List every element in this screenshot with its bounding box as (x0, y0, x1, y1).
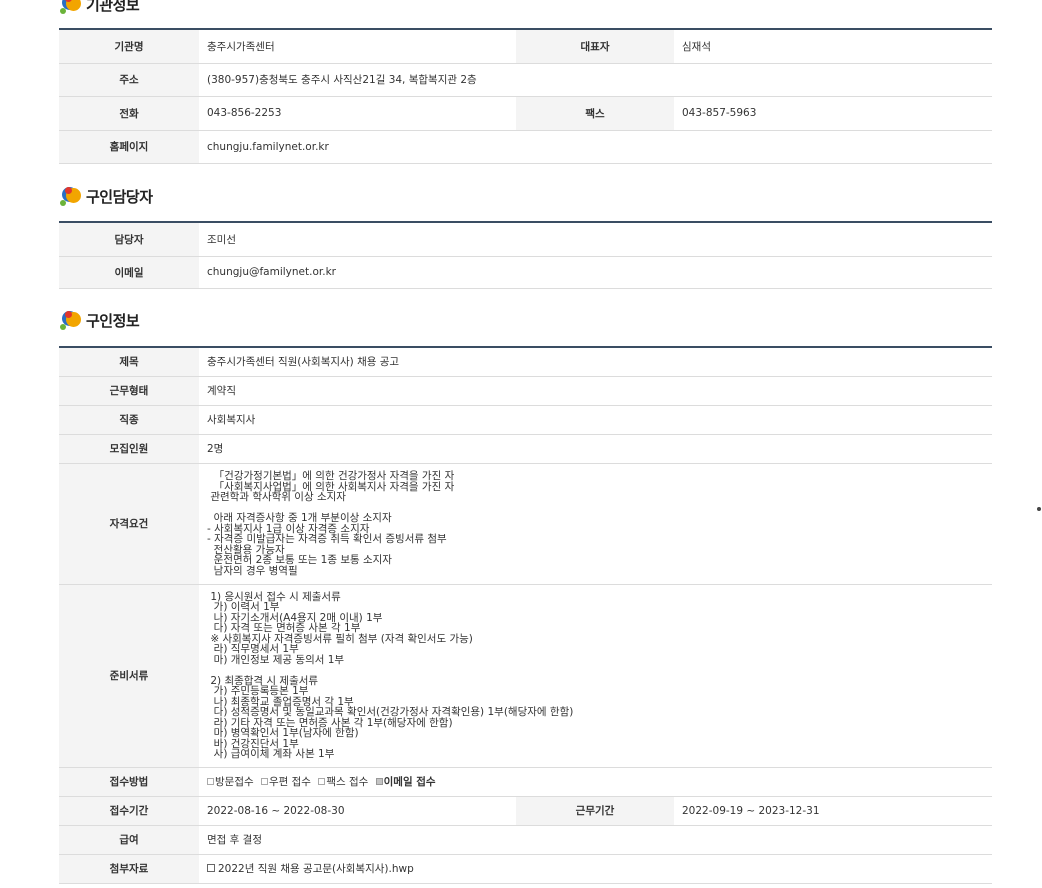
table-row: 홈페이지 chungju.familynet.or.kr (59, 130, 992, 164)
job-work-period: 2022-09-19 ~ 2023-12-31 (674, 796, 992, 826)
method-visit: 방문접수 (207, 774, 254, 789)
attachment-link[interactable]: 2022년 직원 채용 공고문(사회복지사).hwp (218, 863, 414, 875)
row-label: 대표자 (516, 29, 674, 64)
contact-email[interactable]: chungju@familynet.or.kr (199, 256, 992, 289)
table-row: 직종 사회복지사 (59, 405, 992, 435)
bullet-dot (1037, 507, 1041, 511)
org-address: (380-957)충청북도 충주시 사직산21길 34, 복합복지관 2층 (199, 63, 992, 97)
row-label: 접수기간 (59, 796, 199, 826)
org-table: 기관명 충주시가족센터 대표자 심재석 주소 (380-957)충청북도 충주시… (59, 28, 992, 164)
section-title-job: 구인정보 (60, 308, 140, 332)
row-label: 이메일 (59, 256, 199, 289)
job-type: 계약직 (199, 376, 992, 406)
table-row: 접수기간 2022-08-16 ~ 2022-08-30 근무기간 2022-0… (59, 796, 992, 826)
row-label: 팩스 (516, 96, 674, 131)
checkbox-icon (207, 778, 214, 785)
table-row: 접수방법 방문접수 우편 접수 팩스 접수 이메일 접수 (59, 767, 992, 797)
row-label: 근무기간 (516, 796, 674, 826)
checkbox-icon (318, 778, 326, 785)
table-row: 준비서류 1) 응시원서 접수 시 제출서류 가) 이력서 1부 나) 자기소개… (59, 584, 992, 768)
section-logo-icon (60, 185, 82, 207)
job-attachment[interactable]: 2022년 직원 채용 공고문(사회복지사).hwp (199, 854, 992, 884)
job-period: 2022-08-16 ~ 2022-08-30 (199, 796, 516, 826)
job-subject: 충주시가족센터 직원(사회복지사) 채용 공고 (199, 347, 992, 377)
method-label: 이메일 접수 (383, 776, 436, 788)
method-label: 우편 접수 (268, 776, 311, 788)
org-fax: 043-857-5963 (674, 96, 992, 131)
row-label: 근무형태 (59, 376, 199, 406)
job-table: 제목 충주시가족센터 직원(사회복지사) 채용 공고 근무형태 계약직 직종 사… (59, 346, 992, 884)
contact-manager: 조미선 (199, 222, 992, 257)
section-title-text: 기관정보 (86, 0, 140, 14)
row-label: 자격요건 (59, 463, 199, 585)
section-title-org: 기관정보 (60, 0, 140, 16)
section-logo-icon (60, 0, 82, 15)
job-occupation: 사회복지사 (199, 405, 992, 435)
method-mail: 우편 접수 (260, 774, 311, 789)
table-row: 근무형태 계약직 (59, 376, 992, 406)
section-title-text: 구인정보 (86, 311, 140, 330)
row-label: 전화 (59, 96, 199, 131)
row-label: 담당자 (59, 222, 199, 257)
section-title-text: 구인담당자 (86, 187, 153, 206)
table-row: 이메일 chungju@familynet.or.kr (59, 256, 992, 289)
job-qualifications: 「건강가정기본법」에 의한 건강가정사 자격을 가진 자 「사회복지사업법」에 … (199, 463, 992, 585)
org-rep: 심재석 (674, 29, 992, 64)
row-label: 첨부자료 (59, 854, 199, 884)
file-icon (207, 864, 215, 872)
job-documents: 1) 응시원서 접수 시 제출서류 가) 이력서 1부 나) 자기소개서(A4용… (199, 584, 992, 768)
row-label: 준비서류 (59, 584, 199, 768)
section-logo-icon (60, 309, 82, 331)
row-label: 직종 (59, 405, 199, 435)
job-salary: 면접 후 결정 (199, 825, 992, 855)
row-label: 기관명 (59, 29, 199, 64)
org-tel: 043-856-2253 (199, 96, 516, 131)
table-row: 전화 043-856-2253 팩스 043-857-5963 (59, 96, 992, 131)
table-row: 담당자 조미선 (59, 222, 992, 257)
row-label: 모집인원 (59, 434, 199, 464)
method-email: 이메일 접수 (375, 774, 436, 789)
method-label: 팩스 접수 (326, 776, 369, 788)
job-headcount: 2명 (199, 434, 992, 464)
contact-table: 담당자 조미선 이메일 chungju@familynet.or.kr (59, 221, 992, 289)
table-row: 급여 면접 후 결정 (59, 825, 992, 855)
row-label: 주소 (59, 63, 199, 97)
row-label: 접수방법 (59, 767, 199, 797)
row-label: 제목 (59, 347, 199, 377)
table-row: 제목 충주시가족센터 직원(사회복지사) 채용 공고 (59, 347, 992, 377)
method-fax: 팩스 접수 (318, 774, 368, 789)
row-label: 홈페이지 (59, 130, 199, 164)
method-label: 방문접수 (215, 776, 254, 788)
table-row: 기관명 충주시가족센터 대표자 심재석 (59, 29, 992, 64)
job-methods: 방문접수 우편 접수 팩스 접수 이메일 접수 (199, 767, 992, 797)
table-row: 자격요건 「건강가정기본법」에 의한 건강가정사 자격을 가진 자 「사회복지사… (59, 463, 992, 585)
org-name: 충주시가족센터 (199, 29, 516, 64)
table-row: 첨부자료 2022년 직원 채용 공고문(사회복지사).hwp (59, 854, 992, 884)
row-label: 급여 (59, 825, 199, 855)
checkbox-checked-icon (375, 778, 383, 785)
checkbox-icon (260, 778, 268, 785)
table-row: 모집인원 2명 (59, 434, 992, 464)
table-row: 주소 (380-957)충청북도 충주시 사직산21길 34, 복합복지관 2층 (59, 63, 992, 97)
section-title-contact: 구인담당자 (60, 184, 153, 208)
org-homepage[interactable]: chungju.familynet.or.kr (199, 130, 992, 164)
